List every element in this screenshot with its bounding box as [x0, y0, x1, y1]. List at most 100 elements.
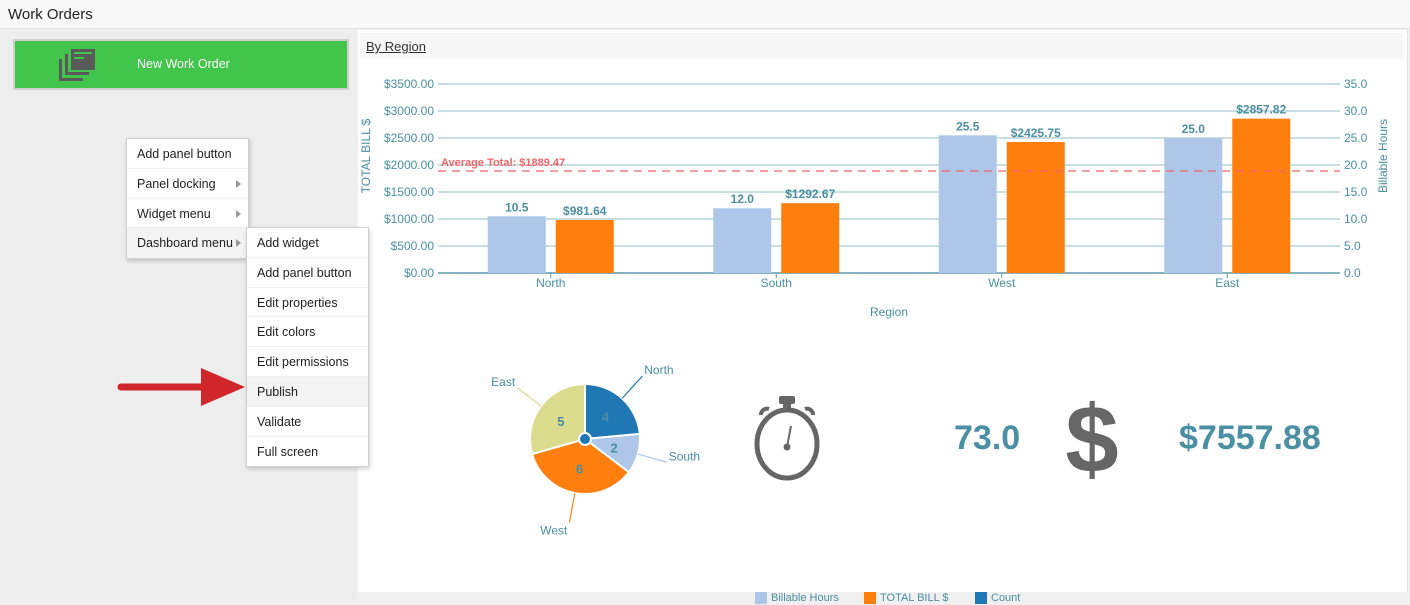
menu-item-label: Panel docking — [137, 176, 216, 191]
dashboard-submenu: Add widget Add panel button Edit propert… — [246, 227, 369, 468]
y2-tick-label: 5.0 — [1344, 239, 1361, 253]
pie-category-label: East — [491, 375, 516, 389]
context-menu: Add panel button Panel docking Widget me… — [126, 138, 249, 260]
menu-item-label: Validate — [257, 414, 302, 429]
documents-stack-icon — [59, 49, 95, 81]
y-tick-label: $2500.00 — [384, 131, 434, 145]
y-tick-label: $2000.00 — [384, 158, 434, 172]
submenu-item-edit-permissions[interactable]: Edit permissions — [247, 347, 368, 377]
submenu-item-full-screen[interactable]: Full screen — [247, 437, 368, 467]
bar-billable-hours — [487, 216, 546, 273]
by-region-panel: By Region $0.00 0.0 $500.00 5.0 $1000.00 10.0… — [358, 30, 1408, 604]
menu-item-label: Widget menu — [137, 206, 211, 221]
menu-item-label: Edit permissions — [257, 355, 349, 370]
submenu-item-add-widget[interactable]: Add widget — [247, 228, 368, 258]
annotation-arrow-icon — [117, 368, 245, 406]
bar-data-label: $2857.82 — [1236, 103, 1286, 117]
bar-billable-hours — [938, 135, 997, 273]
dollar-sign-icon: $ — [1065, 394, 1118, 484]
pie-slice — [584, 382, 641, 441]
bar-data-label: $981.64 — [563, 204, 607, 218]
bar-data-label: 25.5 — [956, 119, 980, 133]
submenu-item-validate[interactable]: Validate — [247, 407, 368, 437]
pie-category-label: West — [540, 524, 568, 538]
menu-item-label: Dashboard menu — [137, 236, 233, 251]
y-tick-label: $3500.00 — [384, 77, 434, 91]
pie-value-label: 2 — [610, 440, 617, 455]
pie-chart: 4 North 2 South 6 West 5 East — [491, 363, 700, 538]
pie-leader-line — [568, 492, 576, 523]
pie-leader-line — [516, 387, 542, 407]
y-tick-label: $1000.00 — [384, 212, 434, 226]
new-work-order-button[interactable]: New Work Order — [13, 39, 349, 90]
bar-billable-hours — [1164, 138, 1223, 273]
legend-swatch — [755, 592, 767, 604]
menu-item-label: Full screen — [257, 444, 319, 459]
submenu-caret-icon — [236, 179, 241, 188]
menu-item-label: Edit properties — [257, 295, 338, 310]
new-work-order-label: New Work Order — [137, 57, 230, 71]
stopwatch-icon — [754, 396, 820, 481]
menu-item-dashboard-menu[interactable]: Dashboard menu — [127, 228, 248, 259]
x-tick-label: West — [988, 276, 1016, 290]
menu-item-widget-menu[interactable]: Widget menu — [127, 199, 248, 229]
y2-tick-label: 20.0 — [1344, 158, 1368, 172]
bar-billable-hours — [713, 208, 772, 273]
submenu-caret-icon — [236, 239, 241, 248]
bar-data-label: $2425.75 — [1011, 126, 1061, 140]
y2-tick-label: 30.0 — [1344, 104, 1368, 118]
bar-data-label: 10.5 — [505, 200, 529, 214]
pie-leader-line — [621, 375, 643, 399]
window-titlebar: Work Orders — [0, 0, 1410, 29]
submenu-item-edit-properties[interactable]: Edit properties — [247, 288, 368, 318]
x-axis-title: Region — [870, 305, 908, 319]
y-tick-label: $500.00 — [391, 239, 435, 253]
legend-count[interactable]: Count — [975, 591, 1020, 605]
svg-text:$: $ — [1065, 394, 1118, 484]
bar-total-bill — [1006, 142, 1065, 273]
legend-billable-hours[interactable]: Billable Hours — [755, 591, 839, 605]
menu-item-label: Add panel button — [257, 265, 352, 280]
pie-center-dot — [578, 432, 592, 446]
total-hours-value: 73.0 — [954, 419, 1021, 457]
pie-category-label: North — [644, 363, 673, 377]
average-reference-label: Average Total: $1889.47 — [441, 157, 565, 169]
bar-data-label: 12.0 — [731, 192, 755, 206]
menu-item-add-panel-button[interactable]: Add panel button — [127, 139, 248, 169]
menu-item-label: Publish — [257, 384, 298, 399]
y-tick-label: $3000.00 — [384, 104, 434, 118]
menu-item-label: Add widget — [257, 236, 319, 250]
legend-swatch — [864, 592, 876, 604]
y-tick-label: $1500.00 — [384, 185, 434, 199]
window-title: Work Orders — [8, 6, 93, 23]
x-tick-label: North — [536, 276, 565, 290]
pie-value-label: 5 — [557, 414, 564, 429]
x-tick-label: South — [761, 276, 792, 290]
pie-value-label: 6 — [576, 462, 583, 477]
y2-tick-label: 35.0 — [1344, 77, 1368, 91]
y-tick-label: $0.00 — [404, 266, 434, 280]
submenu-item-edit-colors[interactable]: Edit colors — [247, 317, 368, 348]
pie-category-label: South — [669, 449, 700, 463]
menu-item-panel-docking[interactable]: Panel docking — [127, 169, 248, 199]
y2-axis-title: Billable Hours — [1376, 119, 1390, 193]
bar-total-bill — [1232, 118, 1291, 273]
legend-label: Billable Hours — [771, 592, 839, 604]
legend-label: TOTAL BILL $ — [880, 592, 949, 604]
y-axis-title: TOTAL BILL $ — [359, 118, 373, 193]
submenu-item-publish[interactable]: Publish — [247, 376, 368, 407]
menu-item-label: Edit colors — [257, 325, 316, 340]
bar-total-bill — [555, 219, 614, 273]
pie-value-label: 4 — [602, 410, 610, 425]
menu-item-label: Add panel button — [137, 147, 232, 161]
submenu-item-add-panel-button[interactable]: Add panel button — [247, 258, 368, 288]
y2-tick-label: 25.0 — [1344, 131, 1368, 145]
bar-total-bill — [781, 203, 840, 273]
legend-total-bill[interactable]: TOTAL BILL $ — [864, 591, 948, 605]
bar-data-label: $1292.67 — [785, 187, 835, 201]
bar-chart: $0.00 0.0 $500.00 5.0 $1000.00 10.0 $1500.00 15… — [359, 77, 1390, 319]
y2-tick-label: 10.0 — [1344, 212, 1368, 226]
bar-data-label: 25.0 — [1182, 122, 1206, 136]
y2-tick-label: 15.0 — [1344, 185, 1368, 199]
submenu-caret-icon — [236, 209, 241, 218]
